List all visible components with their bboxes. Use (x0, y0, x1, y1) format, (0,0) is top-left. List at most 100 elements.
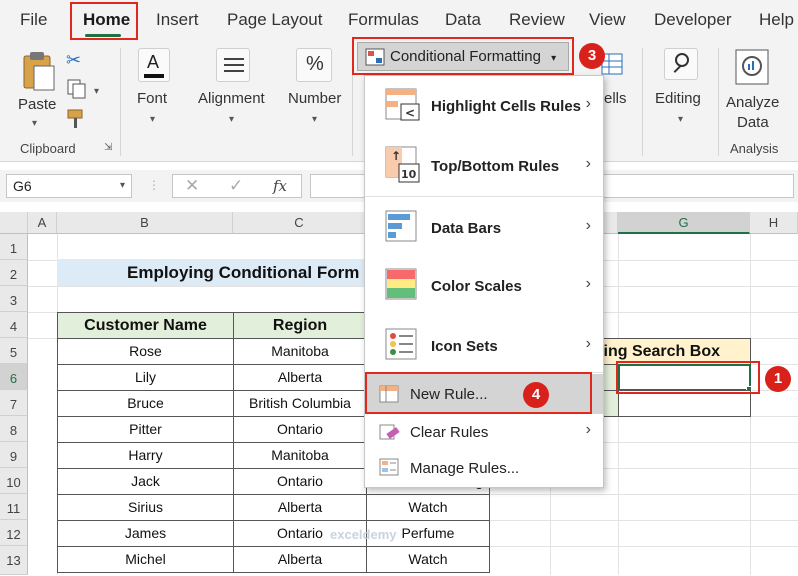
highlight-cells-rules-icon: < (385, 88, 420, 121)
cut-icon[interactable]: ✂ (66, 50, 81, 71)
table-cell[interactable]: Alberta (233, 546, 367, 573)
table-cell[interactable]: Jack (57, 468, 234, 495)
menu-item-color-scales[interactable]: Color Scales › (365, 256, 603, 316)
header-customer-name[interactable]: Customer Name (57, 312, 234, 339)
paste-icon (23, 52, 55, 91)
search-result-cell[interactable] (618, 390, 751, 417)
header-region[interactable]: Region (233, 312, 367, 339)
select-all-corner[interactable] (0, 212, 28, 234)
row-header-7[interactable]: 7 (0, 390, 28, 416)
menu-item-clear-rules[interactable]: Clear Rules › (365, 414, 603, 450)
copy-icon[interactable] (66, 78, 88, 100)
conditional-formatting-button[interactable]: Conditional Formatting ▾ (357, 42, 569, 71)
name-box[interactable]: G6 ▾ (6, 174, 132, 198)
paste-button[interactable]: Paste ▾ (14, 46, 60, 129)
table-cell[interactable]: British Columbia (233, 390, 367, 417)
row-header-1[interactable]: 1 (0, 234, 28, 260)
tab-view[interactable]: View (589, 10, 626, 30)
ribbon-separator (718, 48, 719, 156)
svg-text:10: 10 (401, 168, 417, 181)
submenu-arrow-icon: › (585, 335, 591, 352)
tab-developer[interactable]: Developer (654, 10, 732, 30)
menu-item-icon-sets[interactable]: Icon Sets › (365, 316, 603, 374)
tab-insert[interactable]: Insert (156, 10, 199, 30)
column-header-a[interactable]: A (28, 212, 57, 234)
font-button[interactable]: A Font ▾ (130, 46, 180, 126)
menu-separator (365, 196, 603, 197)
analyze-data-button[interactable]: Analyze Data (722, 46, 784, 136)
row-header-2[interactable]: 2 (0, 260, 28, 286)
g6-highlight-box (616, 361, 760, 394)
table-cell[interactable]: Manitoba (233, 338, 367, 365)
clipboard-launcher-icon[interactable]: ⇲ (104, 142, 112, 153)
tab-file[interactable]: File (20, 10, 47, 30)
tab-formulas[interactable]: Formulas (348, 10, 419, 30)
table-cell[interactable]: Rose (57, 338, 234, 365)
table-cell[interactable]: Sirius (57, 494, 234, 521)
number-chevron-icon: ▾ (312, 114, 318, 125)
table-cell[interactable]: Manitoba (233, 442, 367, 469)
row-header-8[interactable]: 8 (0, 416, 28, 442)
formula-bar-grip-icon: ⋮ (148, 178, 160, 192)
table-cell[interactable]: Michel (57, 546, 234, 573)
gridline (490, 494, 798, 495)
eraser-icon (379, 424, 400, 440)
enter-icon[interactable]: ✓ (229, 176, 243, 196)
row-header-9[interactable]: 9 (0, 442, 28, 468)
menu-item-highlight-cells-rules[interactable]: < Highlight Cells Rules › (365, 76, 603, 136)
table-cell[interactable]: Alberta (233, 364, 367, 391)
table-cell[interactable]: Ontario (233, 416, 367, 443)
table-cell[interactable]: Bruce (57, 390, 234, 417)
data-bars-icon (385, 210, 417, 242)
tab-page-layout[interactable]: Page Layout (227, 10, 322, 30)
menu-item-manage-rules[interactable]: Manage Rules... (365, 450, 603, 486)
table-cell[interactable]: Alberta (233, 494, 367, 521)
menu-item-top-bottom-rules[interactable]: ↑ 10 Top/Bottom Rules › (365, 136, 603, 196)
submenu-arrow-icon: › (585, 275, 591, 292)
color-scales-icon (385, 268, 417, 300)
editing-label: Editing (655, 90, 701, 107)
paste-chevron-icon[interactable]: ▾ (32, 118, 37, 129)
row-header-11[interactable]: 11 (0, 494, 28, 520)
tab-data[interactable]: Data (445, 10, 481, 30)
table-cell[interactable]: Lily (57, 364, 234, 391)
table-cell[interactable]: Pitter (57, 416, 234, 443)
number-button[interactable]: % Number ▾ (284, 46, 350, 126)
table-cell[interactable]: Harry (57, 442, 234, 469)
cancel-icon[interactable]: ✕ (185, 176, 199, 196)
tab-help[interactable]: Help (759, 10, 794, 30)
row-header-6[interactable]: 6 (0, 364, 28, 390)
row-header-10[interactable]: 10 (0, 468, 28, 494)
editing-chevron-icon: ▾ (678, 114, 684, 125)
table-cell[interactable]: Ontario (233, 468, 367, 495)
column-header-b[interactable]: B (57, 212, 233, 234)
format-painter-icon[interactable] (66, 108, 88, 130)
table-cell[interactable]: Watch (366, 494, 490, 521)
font-chevron-icon: ▾ (150, 114, 156, 125)
column-header-h[interactable]: H (750, 212, 798, 234)
conditional-formatting-icon (365, 48, 385, 66)
alignment-icon (216, 48, 250, 82)
ribbon-separator (120, 48, 121, 156)
table-cell[interactable]: Watch (366, 546, 490, 573)
menu-item-data-bars[interactable]: Data Bars › (365, 198, 603, 256)
column-header-g[interactable]: G (618, 212, 750, 234)
table-cell[interactable]: James (57, 520, 234, 547)
row-header-12[interactable]: 12 (0, 520, 28, 546)
row-header-4[interactable]: 4 (0, 312, 28, 338)
column-header-c[interactable]: C (233, 212, 366, 234)
row-header-13[interactable]: 13 (0, 546, 28, 575)
percent-icon: % (296, 48, 332, 82)
row-header-5[interactable]: 5 (0, 338, 28, 364)
tab-review[interactable]: Review (509, 10, 565, 30)
insert-function-icon[interactable]: fx (273, 177, 287, 195)
submenu-arrow-icon: › (585, 217, 591, 234)
new-rule-highlight-box (365, 372, 592, 414)
editing-button[interactable]: Editing ▾ (650, 46, 712, 126)
alignment-chevron-icon: ▾ (229, 114, 235, 125)
submenu-arrow-icon: › (585, 421, 591, 438)
alignment-button[interactable]: Alignment ▾ (194, 46, 274, 126)
copy-chevron-icon[interactable]: ▾ (94, 86, 99, 97)
row-header-3[interactable]: 3 (0, 286, 28, 312)
paste-label: Paste (18, 96, 57, 113)
